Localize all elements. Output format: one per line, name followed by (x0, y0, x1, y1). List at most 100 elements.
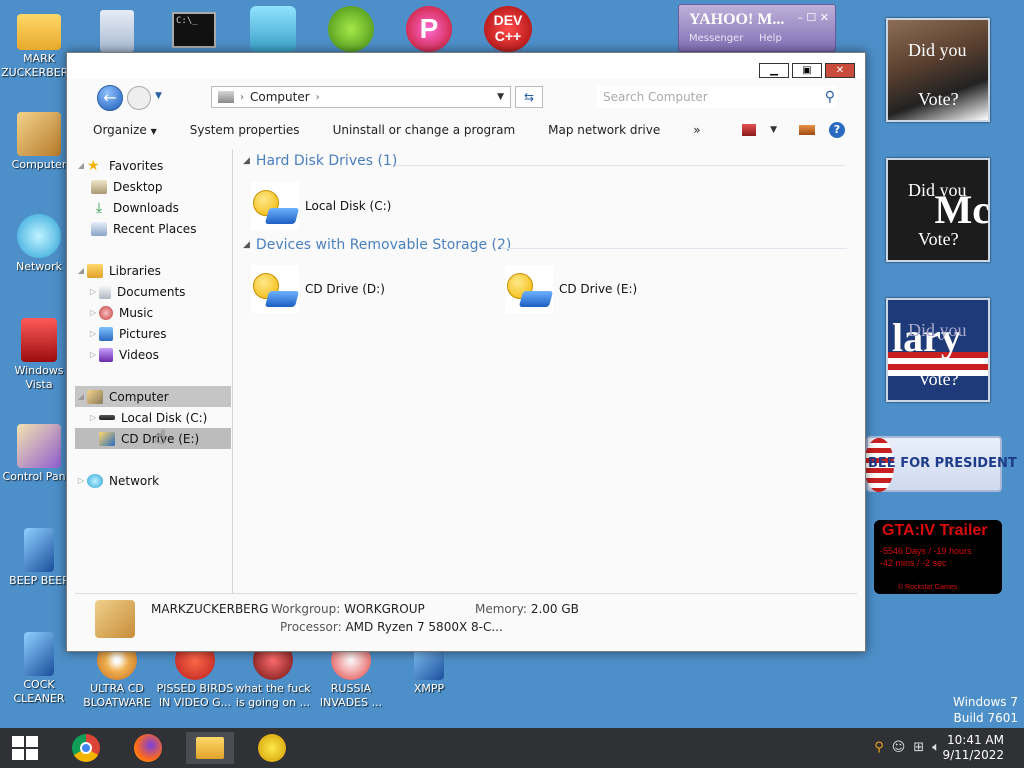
terminal-icon[interactable]: C:\_ (172, 12, 216, 48)
refresh-button[interactable]: ⇆ (515, 86, 543, 108)
recent-pages-dropdown[interactable]: ▼ (155, 91, 162, 101)
drive-cd-e[interactable]: CD Drive (E:) (505, 264, 705, 314)
yahoo-messenger-window[interactable]: YAHOO! M... – ☐ ✕ Messenger Help (678, 4, 836, 52)
collapse-arrow-icon[interactable]: ◢ (75, 161, 87, 170)
group-header-removable[interactable]: ◢ Devices with Removable Storage (2) (243, 237, 511, 253)
smiley-tray-icon[interactable]: ☺ (892, 740, 906, 755)
firefox-taskbar-button[interactable] (124, 732, 172, 764)
gta-title: GTA:IV Trailer (882, 522, 988, 539)
forward-button[interactable] (127, 86, 151, 110)
preview-pane-icon[interactable] (799, 125, 815, 135)
cd-drive-icon (99, 431, 115, 446)
map-network-drive-button[interactable]: Map network drive (530, 123, 675, 137)
gta-countdown-gadget[interactable]: GTA:IV Trailer -5546 Days / -19 hours -4… (874, 520, 1002, 594)
dev-cpp-icon[interactable]: DEV C++ (484, 6, 532, 52)
settings-file-icon[interactable] (100, 10, 134, 52)
expand-arrow-icon[interactable]: ▷ (87, 308, 99, 317)
expand-arrow-icon[interactable]: ▷ (87, 329, 99, 338)
system-properties-button[interactable]: System properties (172, 123, 315, 137)
gadget-text: Did you (908, 40, 967, 60)
folder-icon (17, 14, 61, 50)
nav-computer[interactable]: ◢ Computer (75, 386, 231, 407)
change-view-icon[interactable] (742, 124, 757, 136)
drive-stack-icon[interactable] (250, 6, 296, 52)
vote-gadget-mccain[interactable]: Mc Did you Vote? (886, 158, 990, 262)
gta-countdown-line: -42 mins / -2 sec (880, 558, 947, 568)
field-value: AMD Ryzen 7 5800X 8-C... (345, 620, 503, 634)
breadcrumb-separator-icon[interactable]: › (240, 92, 244, 103)
network-icon (17, 214, 61, 258)
minimize-button[interactable]: ▁ (759, 63, 789, 78)
refresh-icon: ⇆ (523, 90, 535, 104)
drive-cd-d[interactable]: CD Drive (D:) (251, 264, 451, 314)
collapse-arrow-icon[interactable]: ◢ (243, 240, 250, 250)
nav-label: Pictures (119, 326, 167, 341)
organize-button[interactable]: Organize ▼ (75, 123, 172, 137)
collapse-arrow-icon[interactable]: ◢ (75, 266, 87, 275)
drive-local-disk-c[interactable]: Local Disk (C:) (251, 181, 451, 231)
address-dropdown-icon[interactable]: ▼ (497, 92, 504, 102)
address-bar[interactable]: › Computer › ▼ (211, 86, 511, 108)
nav-documents[interactable]: ▷ Documents (75, 281, 231, 302)
collapse-arrow-icon[interactable]: ◢ (75, 392, 87, 401)
hard-drive-icon (99, 415, 115, 420)
music-icon (99, 305, 113, 320)
start-button[interactable] (12, 736, 38, 760)
group-title: Devices with Removable Storage (2) (255, 237, 512, 253)
nav-desktop[interactable]: Desktop (75, 176, 231, 197)
explorer-window[interactable]: ▁ ▣ ✕ ← ▼ › Computer › ▼ ⇆ Search Comput… (66, 52, 866, 652)
nav-videos[interactable]: ▷ Videos (75, 344, 231, 365)
breadcrumb-computer[interactable]: Computer (250, 90, 310, 104)
pig-icon[interactable] (328, 6, 374, 52)
nav-recent-places[interactable]: Recent Places (75, 218, 231, 239)
uninstall-program-button[interactable]: Uninstall or change a program (315, 123, 531, 137)
expand-arrow-icon[interactable]: ▷ (87, 413, 99, 422)
p-app-icon[interactable]: P (406, 6, 452, 52)
expand-arrow-icon[interactable]: ▷ (75, 476, 87, 485)
yahoo-menu-help[interactable]: Help (759, 33, 782, 44)
clock[interactable]: 10:41 AM 9/11/2022 (942, 733, 1004, 763)
vote-gadget-obama[interactable]: Did you Vote? (886, 18, 990, 122)
volume-icon[interactable]: 🔈︎ (932, 740, 940, 755)
explorer-taskbar-button[interactable] (186, 732, 234, 764)
nav-libraries[interactable]: ◢ Libraries (75, 260, 231, 281)
yahoo-taskbar-button[interactable] (248, 732, 296, 764)
nav-favorites[interactable]: ◢ ★ Favorites (75, 155, 231, 176)
breadcrumb-separator-icon[interactable]: › (316, 92, 320, 103)
close-button[interactable]: ✕ (825, 63, 855, 78)
chrome-taskbar-button[interactable] (62, 732, 110, 764)
desktop-icon-label: Network (16, 260, 62, 273)
drive-icon (251, 182, 300, 230)
nav-downloads[interactable]: ⤓ Downloads (75, 197, 231, 218)
windows-logo-icon (12, 749, 24, 760)
group-header-hdd[interactable]: ◢ Hard Disk Drives (1) (243, 153, 397, 169)
yahoo-window-controls[interactable]: – ☐ ✕ (797, 11, 829, 24)
collapse-arrow-icon[interactable]: ◢ (243, 156, 250, 166)
cd-drive-icon (264, 291, 300, 307)
more-commands-button[interactable]: » (675, 123, 715, 137)
expand-arrow-icon[interactable]: ▷ (87, 287, 99, 296)
nav-network[interactable]: ▷ Network (75, 470, 231, 491)
yahoo-menu-messenger[interactable]: Messenger (689, 33, 743, 44)
search-icon[interactable]: ⚲ (825, 86, 835, 108)
nav-music[interactable]: ▷ Music (75, 302, 231, 323)
computer-icon (95, 600, 135, 638)
nav-cd-drive-e[interactable]: CD Drive (E:) (75, 428, 231, 449)
help-icon[interactable]: ? (829, 122, 845, 138)
memory-field: Memory: 2.00 GB (475, 602, 579, 616)
network-tray-icon[interactable]: ⊞ (913, 740, 924, 755)
title-bar[interactable]: ▁ ▣ ✕ (67, 53, 865, 79)
maximize-button[interactable]: ▣ (792, 63, 822, 78)
recycle-bin-icon (21, 318, 57, 362)
nav-pictures[interactable]: ▷ Pictures (75, 323, 231, 344)
view-options-dropdown-icon[interactable]: ▼ (770, 125, 777, 135)
expand-arrow-icon[interactable]: ▷ (87, 350, 99, 359)
huckabee-gadget[interactable]: BEE FOR PRESIDENT (864, 436, 1017, 492)
search-input[interactable]: Search Computer ⚲ (597, 86, 837, 108)
back-button[interactable]: ← (97, 85, 123, 111)
vote-gadget-hillary[interactable]: lary Did you Vote? (886, 298, 990, 402)
gadget-text: Vote? (918, 89, 959, 109)
group-title: Hard Disk Drives (1) (255, 153, 398, 169)
search-tray-icon[interactable]: ⚲ (874, 740, 884, 755)
nav-local-disk-c[interactable]: ▷ Local Disk (C:) (75, 407, 231, 428)
